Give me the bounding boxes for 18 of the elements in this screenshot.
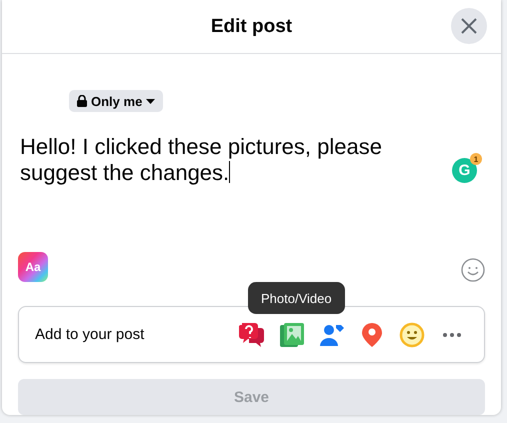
text-style-button[interactable]: Aa	[18, 252, 48, 282]
emoji-icon[interactable]	[461, 258, 485, 282]
text-cursor	[229, 161, 230, 183]
smiley-icon	[399, 322, 425, 348]
privacy-button[interactable]: Only me	[69, 90, 164, 112]
close-icon	[461, 18, 477, 34]
more-icon	[443, 332, 461, 336]
photo-icon	[279, 322, 305, 348]
lock-icon	[77, 95, 87, 107]
grammar-count-badge: 1	[470, 153, 482, 165]
caret-icon	[146, 98, 156, 104]
tooltip: Photo/Video	[248, 282, 345, 314]
post-text-field[interactable]: Hello! I clicked these pictures, please suggest the changes.	[18, 134, 452, 186]
location-pin-icon	[361, 322, 383, 348]
question-chat-icon	[239, 322, 265, 348]
add-to-post-label: Add to your post	[35, 326, 146, 343]
dialog-title: Edit post	[210, 16, 292, 38]
close-button[interactable]	[451, 8, 487, 44]
